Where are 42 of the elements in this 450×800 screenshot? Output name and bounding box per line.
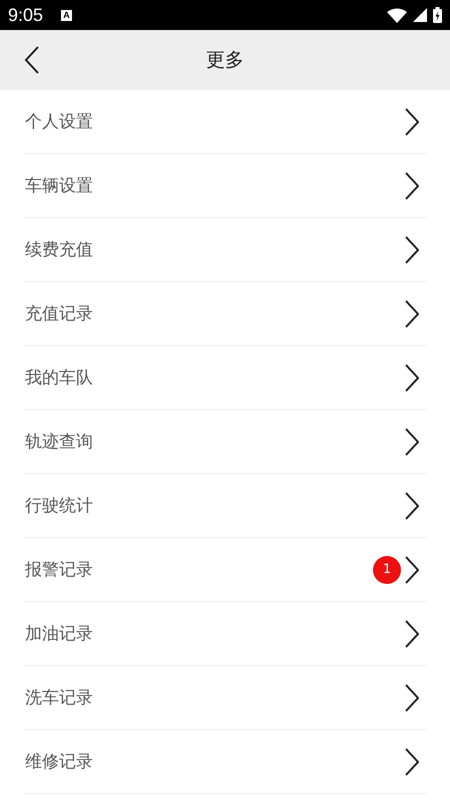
wifi-icon: [387, 8, 407, 22]
menu-item[interactable]: 加油记录: [25, 602, 425, 666]
chevron-right-icon: [405, 492, 419, 520]
menu-item-label: 个人设置: [25, 111, 94, 133]
menu-item-label: 洗车记录: [25, 687, 94, 709]
menu-item[interactable]: 报警记录 1: [25, 538, 425, 602]
menu-item[interactable]: 洗车记录: [25, 666, 425, 730]
chevron-right-icon: [405, 748, 419, 776]
count-badge: 1: [373, 556, 401, 584]
chevron-right-icon: [405, 172, 419, 200]
chevron-right-icon: [405, 236, 419, 264]
menu-item-label: 充值记录: [25, 303, 94, 325]
menu-item[interactable]: 续费充值: [25, 218, 425, 282]
status-time: 9:05: [8, 4, 44, 26]
menu-item-label: 我的车队: [25, 367, 94, 389]
menu-item-label: 报警记录: [25, 559, 94, 581]
menu-item[interactable]: 车辆设置: [25, 154, 425, 218]
menu-item-label: 车辆设置: [25, 175, 94, 197]
menu-item-label: 加油记录: [25, 623, 94, 645]
menu-item-label: 维修记录: [25, 751, 94, 773]
menu-item[interactable]: 行驶统计: [25, 474, 425, 538]
chevron-right-icon: [405, 620, 419, 648]
chevron-right-icon: [405, 364, 419, 392]
signal-icon: [413, 8, 427, 22]
chevron-right-icon: [405, 556, 419, 584]
menu-item[interactable]: 充值记录: [25, 282, 425, 346]
menu-item-label: 轨迹查询: [25, 431, 94, 453]
menu-item[interactable]: 我的车队: [25, 346, 425, 410]
chevron-right-icon: [405, 300, 419, 328]
back-icon: [24, 46, 40, 74]
menu-item-label: 续费充值: [25, 239, 94, 261]
chevron-right-icon: [405, 428, 419, 456]
menu-item[interactable]: 维修记录: [25, 730, 425, 794]
page-title: 更多: [206, 48, 244, 73]
notification-icon: A: [61, 10, 72, 20]
back-button[interactable]: [24, 46, 40, 74]
battery-icon: [433, 7, 442, 23]
menu-item-label: 行驶统计: [25, 495, 94, 517]
chevron-right-icon: [405, 684, 419, 712]
menu-item[interactable]: 轨迹查询: [25, 410, 425, 474]
menu-item[interactable]: 个人设置: [25, 90, 425, 154]
chevron-right-icon: [405, 108, 419, 136]
